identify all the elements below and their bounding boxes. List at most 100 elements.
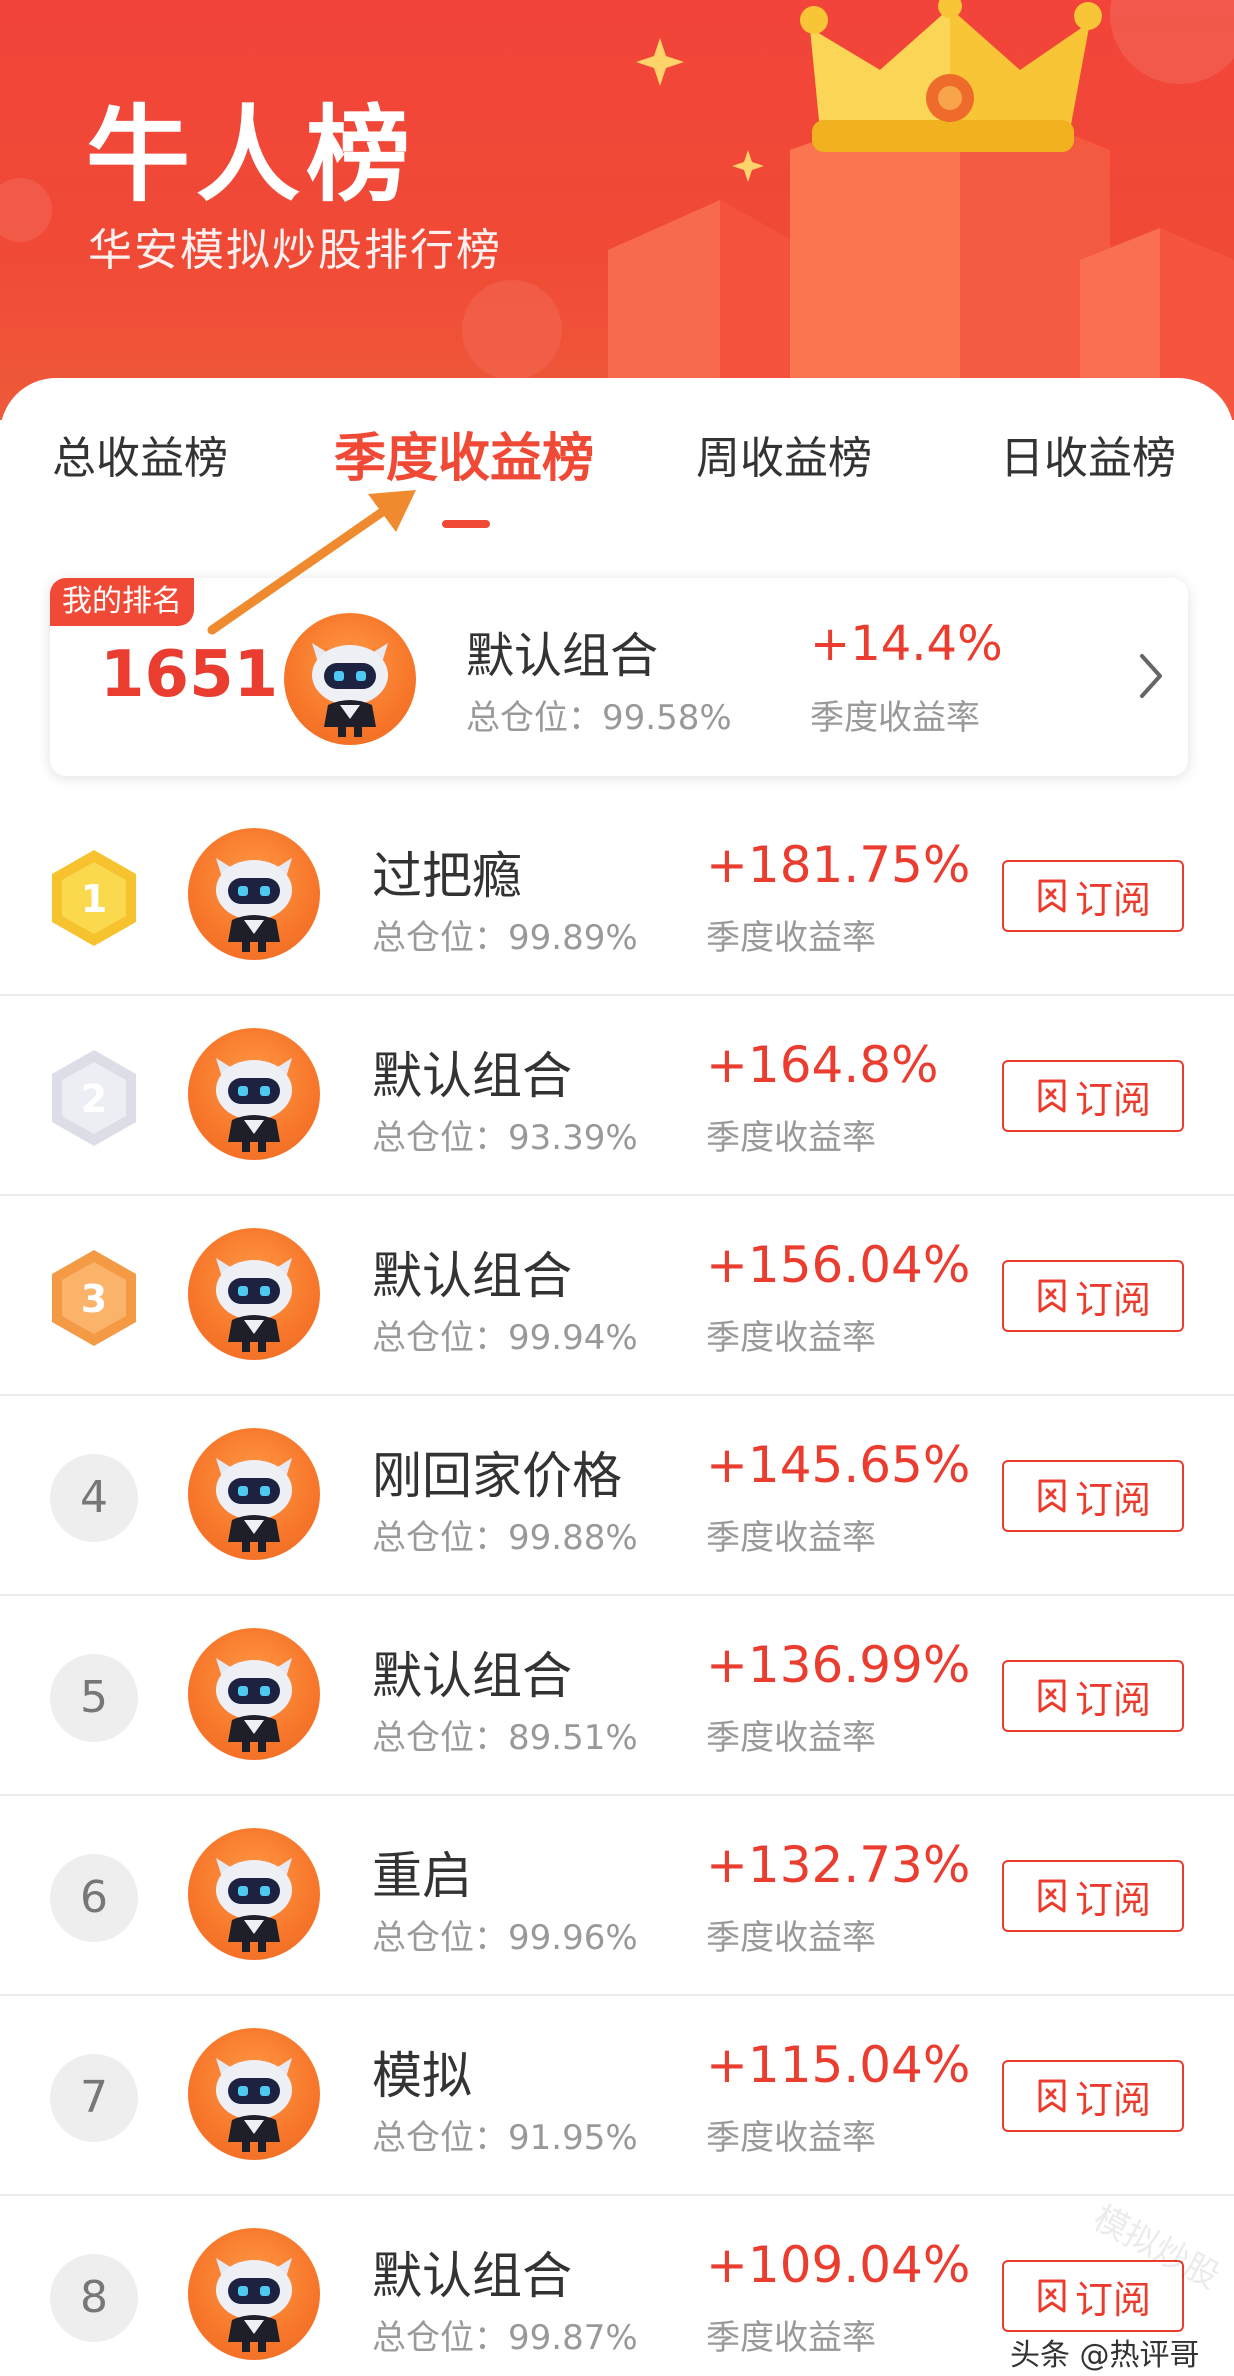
robot-mascot-icon — [188, 1828, 320, 1960]
chevron-right-icon[interactable] — [1136, 650, 1166, 702]
portfolio-name: 刚回家价格 — [372, 1447, 622, 1505]
portfolio-return-label: 季度收益率 — [706, 1118, 876, 1158]
subscribe-button[interactable]: 订阅 — [1002, 1060, 1184, 1132]
portfolio-return-label: 季度收益率 — [706, 1318, 876, 1358]
bookmark-icon — [1038, 2079, 1066, 2113]
subscribe-button-label: 订阅 — [1074, 1677, 1151, 1722]
portfolio-return-label: 季度收益率 — [706, 1518, 876, 1558]
list-item[interactable]: 2 默认组合总仓位：93.39% +164.8% 季度收益率 订阅 — [0, 996, 1234, 1196]
portfolio-name: 模拟 — [372, 2047, 472, 2105]
my-portfolio-return: +14.4% — [810, 616, 1003, 672]
my-portfolio-name: 默认组合 — [466, 628, 659, 684]
my-rank-card[interactable]: 我的排名 1651 默认组合 总仓位：99.58% +14.4% 季度收益率 — [50, 578, 1188, 776]
bookmark-icon — [1038, 1879, 1066, 1913]
robot-mascot-icon — [188, 1028, 320, 1160]
portfolio-return: +136.99% — [706, 1636, 971, 1694]
portfolio-name: 默认组合 — [372, 1647, 572, 1705]
portfolio-position: 总仓位：99.96% — [372, 1918, 638, 1958]
subscribe-button-label: 订阅 — [1074, 1077, 1151, 1122]
bookmark-icon — [1038, 1079, 1066, 1113]
svg-text:1: 1 — [81, 877, 107, 921]
tab-total-return[interactable]: 总收益榜 — [52, 422, 228, 486]
portfolio-name: 默认组合 — [372, 2247, 572, 2305]
portfolio-return: +156.04% — [706, 1236, 971, 1294]
subscribe-button-label: 订阅 — [1074, 2277, 1151, 2322]
header-banner: 牛人榜 华安模拟炒股排行榜 — [0, 0, 1234, 420]
list-item[interactable]: 6 重启总仓位：99.96% +132.73% 季度收益率 订阅 — [0, 1796, 1234, 1996]
subscribe-button[interactable]: 订阅 — [1002, 2060, 1184, 2132]
tab-quarterly-return[interactable]: 季度收益榜 — [334, 416, 594, 491]
portfolio-return-label: 季度收益率 — [706, 2318, 876, 2358]
my-rank-number: 1651 — [100, 638, 279, 712]
tab-weekly-return[interactable]: 周收益榜 — [696, 422, 872, 486]
list-item[interactable]: 4 刚回家价格总仓位：99.88% +145.65% 季度收益率 订阅 — [0, 1396, 1234, 1596]
portfolio-name: 默认组合 — [372, 1247, 572, 1305]
subscribe-button[interactable]: 订阅 — [1002, 1660, 1184, 1732]
portfolio-return: +181.75% — [706, 836, 971, 894]
subscribe-button-label: 订阅 — [1074, 1477, 1151, 1522]
my-portfolio-position: 总仓位：99.58% — [466, 698, 732, 738]
subscribe-button[interactable]: 订阅 — [1002, 1460, 1184, 1532]
portfolio-return: +109.04% — [706, 2236, 971, 2294]
rank-medal-icon: 1 — [48, 848, 140, 948]
subscribe-button[interactable]: 订阅 — [1002, 1260, 1184, 1332]
robot-mascot-icon — [188, 828, 320, 960]
list-item[interactable]: 7 模拟总仓位：91.95% +115.04% 季度收益率 订阅 — [0, 1996, 1234, 2196]
bookmark-icon — [1038, 1479, 1066, 1513]
portfolio-position: 总仓位：91.95% — [372, 2118, 638, 2158]
robot-mascot-icon — [188, 1628, 320, 1760]
portfolio-position: 总仓位：99.88% — [372, 1518, 638, 1558]
list-item[interactable]: 1 过把瘾总仓位：99.89% +181.75% 季度收益率 订阅 — [0, 796, 1234, 996]
portfolio-name: 过把瘾 — [372, 847, 522, 905]
portfolio-return: +132.73% — [706, 1836, 971, 1894]
robot-mascot-icon — [188, 2028, 320, 2160]
portfolio-position: 总仓位：99.94% — [372, 1318, 638, 1358]
rank-medal-icon: 3 — [48, 1248, 140, 1348]
portfolio-return-label: 季度收益率 — [706, 2118, 876, 2158]
source-watermark: 头条 @热评哥 — [1010, 2338, 1200, 2373]
subscribe-button[interactable]: 订阅 — [1002, 1860, 1184, 1932]
rank-medal-icon: 2 — [48, 1048, 140, 1148]
rank-number: 5 — [50, 1654, 138, 1742]
crown-icon — [800, 0, 1102, 152]
bookmark-icon — [1038, 1279, 1066, 1313]
robot-mascot-icon — [284, 613, 416, 745]
subscribe-button-label: 订阅 — [1074, 1277, 1151, 1322]
bookmark-icon — [1038, 1679, 1066, 1713]
tab-daily-return[interactable]: 日收益榜 — [1000, 422, 1176, 486]
subscribe-button-label: 订阅 — [1074, 1877, 1151, 1922]
active-tab-indicator — [442, 520, 490, 528]
portfolio-return-label: 季度收益率 — [706, 1718, 876, 1758]
list-item[interactable]: 3 默认组合总仓位：99.94% +156.04% 季度收益率 订阅 — [0, 1196, 1234, 1396]
subscribe-button-label: 订阅 — [1074, 2077, 1151, 2122]
bookmark-icon — [1038, 2279, 1066, 2313]
rank-number: 8 — [50, 2254, 138, 2342]
my-portfolio-return-label: 季度收益率 — [810, 698, 980, 738]
portfolio-return: +115.04% — [706, 2036, 971, 2094]
portfolio-return-label: 季度收益率 — [706, 918, 876, 958]
tab-bar: 总收益榜 季度收益榜 周收益榜 日收益榜 — [0, 378, 1234, 538]
portfolio-position: 总仓位：89.51% — [372, 1718, 638, 1758]
subscribe-button[interactable]: 订阅 — [1002, 860, 1184, 932]
robot-mascot-icon — [188, 2228, 320, 2360]
robot-mascot-icon — [188, 1428, 320, 1560]
svg-text:2: 2 — [81, 1077, 107, 1121]
my-rank-badge: 我的排名 — [50, 578, 194, 626]
subscribe-button-label: 订阅 — [1074, 877, 1151, 922]
portfolio-name: 重启 — [372, 1847, 472, 1905]
svg-text:3: 3 — [81, 1277, 107, 1321]
page-title: 牛人榜 — [86, 94, 417, 216]
portfolio-position: 总仓位：99.89% — [372, 918, 638, 958]
portfolio-name: 默认组合 — [372, 1047, 572, 1105]
portfolio-return: +145.65% — [706, 1436, 971, 1494]
rank-number: 7 — [50, 2054, 138, 2142]
portfolio-position: 总仓位：93.39% — [372, 1118, 638, 1158]
page-subtitle: 华安模拟炒股排行榜 — [88, 225, 502, 276]
rank-number: 4 — [50, 1454, 138, 1542]
bookmark-icon — [1038, 879, 1066, 913]
portfolio-return: +164.8% — [706, 1036, 939, 1094]
robot-mascot-icon — [188, 1228, 320, 1360]
portfolio-return-label: 季度收益率 — [706, 1918, 876, 1958]
list-item[interactable]: 5 默认组合总仓位：89.51% +136.99% 季度收益率 订阅 — [0, 1596, 1234, 1796]
rank-number: 6 — [50, 1854, 138, 1942]
